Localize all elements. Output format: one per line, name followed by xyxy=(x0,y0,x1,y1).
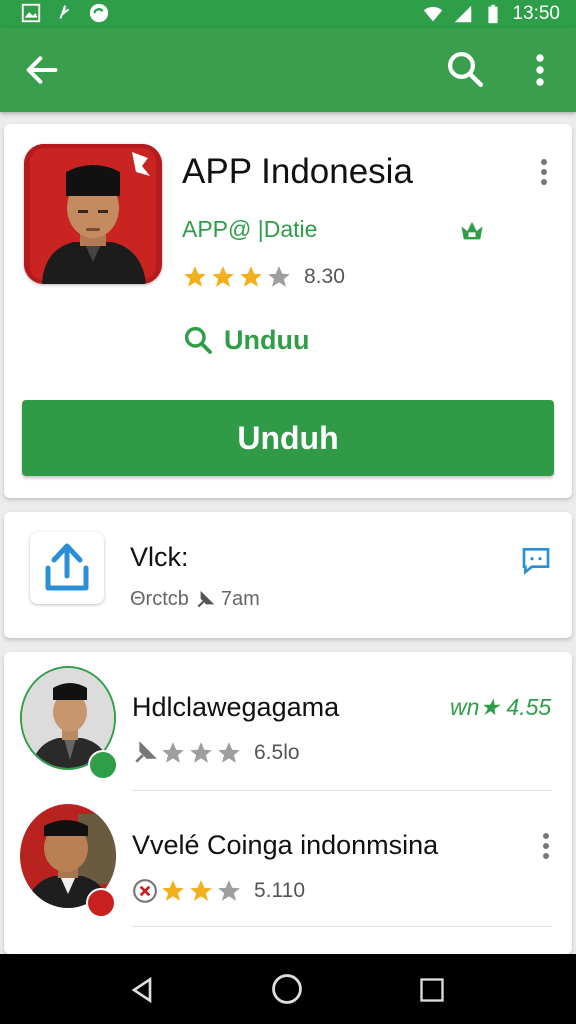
share-upload-icon xyxy=(45,543,89,591)
editors-choice-icon xyxy=(461,221,483,240)
verified-badge xyxy=(88,750,118,780)
cell-signal-icon xyxy=(455,5,472,23)
pin-icon xyxy=(135,741,157,763)
gallery-icon xyxy=(21,3,41,23)
badge-icon xyxy=(133,879,157,903)
star-filled-icon xyxy=(240,266,262,287)
share-card: Vlck: Θrctcb 7am xyxy=(4,512,572,638)
app-bar xyxy=(0,28,576,112)
star-grey-icon xyxy=(162,742,184,763)
star-filled-icon xyxy=(190,880,212,901)
search-icon[interactable] xyxy=(444,48,486,90)
portrait-icon xyxy=(24,144,162,284)
search-icon xyxy=(184,326,212,354)
list-item-rating: 6.5lo xyxy=(132,740,300,766)
nav-recent-icon[interactable] xyxy=(418,976,446,1004)
search-link[interactable]: Unduu xyxy=(182,324,309,356)
divider xyxy=(132,926,552,927)
search-link-label: Unduu xyxy=(224,324,310,355)
wifi-icon xyxy=(424,6,443,22)
list-item-title: Vvelé Coinga indonmsina xyxy=(132,830,439,860)
star-filled-icon xyxy=(162,880,184,901)
star-filled-icon xyxy=(212,266,234,287)
rating-value: 8.30 xyxy=(304,265,345,288)
list-item[interactable]: Vvelé Coinga indonmsina 5.110 xyxy=(4,796,572,926)
system-nav-bar xyxy=(0,954,576,1024)
nav-home-icon[interactable] xyxy=(270,972,304,1006)
star-filled-icon xyxy=(184,266,206,287)
list-item[interactable]: Hdlclawegagama wn★ 4.55 6.5lo xyxy=(4,658,572,788)
list-item-rating-value: 6.5lo xyxy=(254,741,300,764)
nav-back-icon[interactable] xyxy=(126,974,158,1006)
star-grey-icon xyxy=(190,742,212,763)
more-vert-icon[interactable] xyxy=(534,154,554,190)
status-time: 13:50 xyxy=(512,3,560,24)
star-empty-icon xyxy=(268,266,290,287)
share-subtitle: Θrctcb 7am xyxy=(130,588,260,611)
related-list-card: Hdlclawegagama wn★ 4.55 6.5lo Vvelé Coin… xyxy=(4,652,572,954)
more-vert-icon[interactable] xyxy=(536,828,556,864)
verified-badge xyxy=(86,888,116,918)
star-grey-icon xyxy=(218,742,240,763)
list-item-title: Hdlclawegagama xyxy=(132,692,340,722)
share-subtitle-b: 7am xyxy=(220,588,260,610)
list-item-rating: 5.110 xyxy=(132,878,305,904)
app-title: APP Indonesia xyxy=(182,152,413,191)
status-bar: 13:50 xyxy=(0,0,576,28)
message-icon[interactable] xyxy=(520,544,552,576)
sync-icon xyxy=(89,3,109,23)
app-icon[interactable] xyxy=(24,144,162,284)
arrow-left-icon[interactable] xyxy=(22,50,62,90)
share-button[interactable] xyxy=(30,532,104,604)
developer-name[interactable]: APP@ |Datie xyxy=(182,216,317,243)
pin-icon xyxy=(197,590,215,607)
divider xyxy=(132,790,552,791)
signal-tilde-icon xyxy=(59,5,70,19)
share-title: Vlck: xyxy=(130,542,189,572)
app-detail-card: APP Indonesia APP@ |Datie 8.30 Unduu Und… xyxy=(4,124,572,498)
share-subtitle-a: Θrctcb xyxy=(130,588,189,610)
battery-icon xyxy=(488,4,499,24)
star-empty-icon xyxy=(218,880,240,901)
list-item-rating-value: 5.110 xyxy=(254,879,305,902)
install-button[interactable]: Unduh xyxy=(22,400,554,476)
list-item-score: wn★ 4.55 xyxy=(450,694,552,720)
app-rating: 8.30 xyxy=(182,264,345,290)
more-vert-icon[interactable] xyxy=(524,50,556,90)
